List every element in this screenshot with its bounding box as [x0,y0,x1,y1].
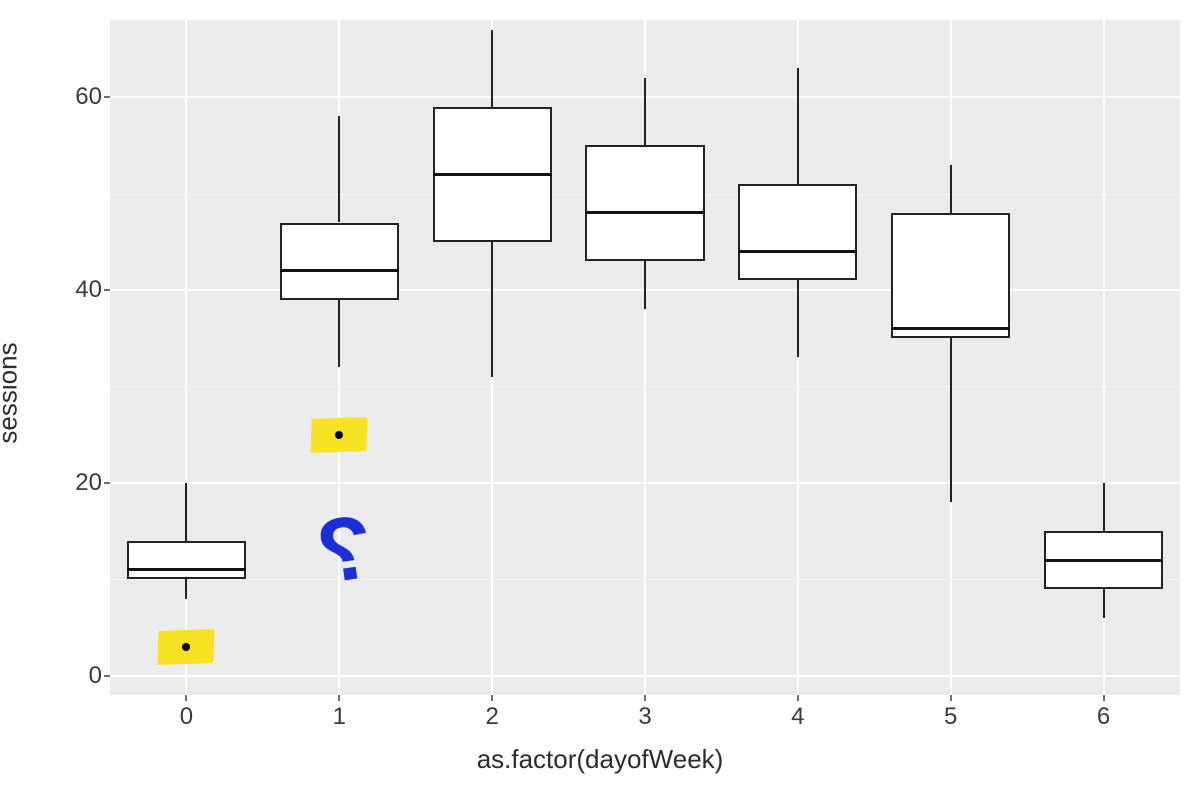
whisker-lower [644,261,646,309]
y-tick-label: 40 [75,276,102,304]
x-tick-mark [1103,695,1105,701]
x-tick-label: 0 [180,703,193,731]
box [891,213,1010,338]
whisker-upper [797,68,799,184]
x-tick-label: 6 [1097,703,1110,731]
y-tick-mark [104,96,110,98]
y-tick-mark [104,482,110,484]
whisker-lower [491,242,493,377]
x-tick-label: 2 [485,703,498,731]
median-line [1044,559,1163,562]
box [738,184,857,280]
x-tick-mark [491,695,493,701]
y-tick-label: 20 [75,469,102,497]
box [280,223,399,300]
x-tick-mark [797,695,799,701]
median-line [585,211,704,214]
whisker-lower [185,579,187,598]
x-tick-label: 4 [791,703,804,731]
whisker-upper [1103,483,1105,531]
x-tick-label: 1 [333,703,346,731]
plot-panel: 02040600123456? [110,20,1180,695]
median-line [280,269,399,272]
whisker-lower [338,300,340,368]
x-tick-mark [644,695,646,701]
median-line [738,250,857,253]
y-tick-label: 0 [89,662,102,690]
box [127,541,246,580]
median-line [127,568,246,571]
outlier-point [182,643,190,651]
whisker-lower [797,280,799,357]
boxplot-figure: sessions as.factor(dayofWeek) 0204060012… [0,0,1200,785]
whisker-lower [950,338,952,502]
x-axis-label: as.factor(dayofWeek) [477,744,724,775]
y-tick-label: 60 [75,83,102,111]
whisker-upper [491,30,493,107]
x-tick-mark [338,695,340,701]
y-axis-label: sessions [0,342,24,443]
median-line [891,327,1010,330]
y-tick-mark [104,675,110,677]
x-tick-label: 3 [638,703,651,731]
median-line [433,173,552,176]
box [585,145,704,261]
x-tick-mark [185,695,187,701]
whisker-upper [950,165,952,213]
outlier-point [335,431,343,439]
x-tick-mark [950,695,952,701]
whisker-upper [338,116,340,222]
whisker-upper [185,483,187,541]
x-tick-label: 5 [944,703,957,731]
whisker-upper [644,78,646,146]
y-tick-mark [104,289,110,291]
question-mark-annotation: ? [312,502,379,599]
whisker-lower [1103,589,1105,618]
